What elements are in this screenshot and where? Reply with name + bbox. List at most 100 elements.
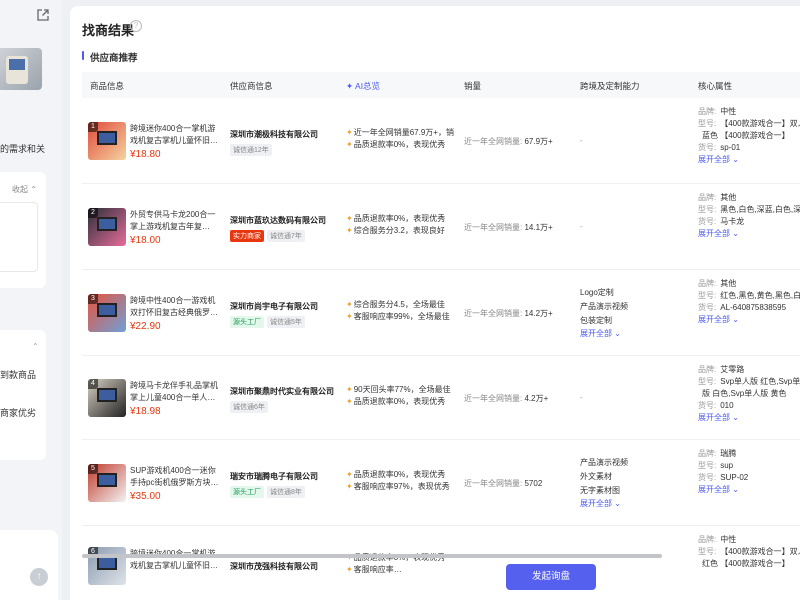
chat-card-secondary: ⌃ <box>0 330 46 460</box>
supplier-name[interactable]: 瑞安市瑞腾电子有限公司 <box>230 471 318 482</box>
table-row[interactable]: 5 SUP游戏机400合一迷你手持pc街机俄罗斯方块… ¥35.00 瑞安市瑞腾电子… <box>82 440 800 526</box>
supplier-badges: 源头工厂 诚信通8年 <box>230 486 305 498</box>
collapse-toggle[interactable]: 收起 ⌃ <box>12 184 37 195</box>
supplier-name[interactable]: 深圳市聚鼎时代实业有限公司 <box>230 386 334 397</box>
product-image[interactable]: 6 <box>88 547 126 585</box>
product-name[interactable]: 跨境马卡龙伴手礼品掌机掌上儿童400合一单人… <box>130 380 222 404</box>
expand-attributes-link[interactable]: 展开全部 ⌄ <box>698 154 800 165</box>
chat-text-fragment: 到款商品 <box>0 370 37 380</box>
table-row[interactable]: 6 跨境迷你400合一掌机游戏机复古掌机儿童怀旧…深圳市茂强科技有限公司✦品质退… <box>82 526 800 600</box>
product-image[interactable]: 1 <box>88 122 126 160</box>
ai-insight: ✦客服响应率… <box>346 565 402 574</box>
product-image[interactable]: 5 <box>88 464 126 502</box>
cross-border-empty: - <box>580 393 583 402</box>
core-attributes: 品牌: 艾零路 型号: Svp单人版 红色,Svp单人版 白色,Svp单人版 黄色 货号… <box>698 364 800 423</box>
sparkle-icon: ✦ <box>346 226 353 235</box>
page-title: 找商结果 <box>82 23 135 38</box>
expand-attributes-link[interactable]: 展开全部 ⌄ <box>698 314 800 325</box>
table-row[interactable]: 3 跨境中性400合一游戏机双打怀旧复古经典俄罗… ¥22.90 深圳市尚宇电子有限… <box>82 270 800 356</box>
attribute-line: 版 白色,Svp单人版 黄色 <box>702 389 787 398</box>
ai-insight: ✦客服响应率99%，全场最佳 <box>346 312 450 321</box>
table-row[interactable]: 4 跨境马卡龙伴手礼品掌机掌上儿童400合一单人… ¥18.98 深圳市聚鼎时代实业… <box>82 356 800 440</box>
badge-factory: 源头工厂 <box>230 486 264 498</box>
supplier-name[interactable]: 深圳市茂强科技有限公司 <box>230 561 318 572</box>
badge-strength: 实力商家 <box>230 230 264 242</box>
cross-border-empty: - <box>580 136 583 145</box>
supplier-name[interactable]: 深圳市蓝玖达数码有限公司 <box>230 215 326 226</box>
expand-capabilities-link[interactable]: 展开全部 ⌄ <box>580 328 680 339</box>
badge-years: 诚信通5年 <box>267 316 305 328</box>
ai-summary: ✦近一年全网销量67.9万+，销量冠军 ✦品质退款率0%，表现优秀 <box>346 127 454 151</box>
product-name[interactable]: 跨境中性400合一游戏机双打怀旧复古经典俄罗… <box>130 295 222 319</box>
horizontal-scrollbar[interactable] <box>82 554 662 558</box>
sparkle-icon: ✦ <box>346 482 353 491</box>
chevron-down-icon: ⌄ <box>732 155 739 164</box>
sparkle-icon: ✦ <box>346 385 353 394</box>
attribute-line: 蓝色 【400款游戏合一】 <box>702 131 790 140</box>
product-name[interactable]: 外贸专供马卡龙200合一掌上游戏机复古年复… <box>130 209 222 233</box>
product-price: ¥18.98 <box>130 406 161 417</box>
send-button[interactable]: ↑ <box>30 568 48 586</box>
product-image[interactable]: 4 <box>88 379 126 417</box>
core-attributes: 品牌: 中性 型号: 【400款游戏合一】双人 红色 【400款游戏合一】 <box>698 534 800 570</box>
arrow-up-icon: ↑ <box>36 571 42 582</box>
chat-input-area[interactable] <box>0 530 58 600</box>
column-header-product: 商品信息 <box>90 81 125 91</box>
attribute-line: 品牌: 艾零路 <box>698 365 745 374</box>
sales-volume: 近一年全网销量: 4.2万+ <box>464 394 549 403</box>
table-header: 商品信息 供应商信息 ✦ AI总览 销量 跨境及定制能力 核心属性 <box>82 72 800 98</box>
column-header-cross-border: 跨境及定制能力 <box>580 81 640 91</box>
badge-factory: 源头工厂 <box>230 316 264 328</box>
attribute-line: 型号: Svp单人版 红色,Svp单人 <box>698 377 800 386</box>
attribute-line: 品牌: 瑞腾 <box>698 449 737 458</box>
badge-years: 诚信通12年 <box>230 144 272 156</box>
chevron-down-icon: ⌄ <box>732 315 739 324</box>
expand-attributes-link[interactable]: 展开全部 ⌄ <box>698 484 800 495</box>
product-price: ¥22.90 <box>130 321 161 332</box>
uploaded-product-image[interactable] <box>0 48 42 90</box>
expand-capabilities-link[interactable]: 展开全部 ⌄ <box>580 498 680 509</box>
help-icon[interactable]: ? <box>130 20 142 32</box>
chat-text-fragment: 的需求和关 <box>0 144 46 154</box>
sparkle-icon: ✦ <box>346 397 353 406</box>
sparkle-icon: ✦ <box>346 312 353 321</box>
attribute-line: 红色 【400款游戏合一】 <box>702 559 790 568</box>
supplier-badges: 源头工厂 诚信通5年 <box>230 316 305 328</box>
chat-sidebar: 的需求和关 收起 ⌃ ⌃ 到款商品 商家优劣 ↑ <box>0 0 62 600</box>
product-image[interactable]: 2 <box>88 208 126 246</box>
cross-border-empty: - <box>580 222 583 231</box>
product-name[interactable]: 跨境迷你400合一掌机游戏机复古掌机儿童怀旧… <box>130 548 222 572</box>
product-image[interactable]: 3 <box>88 294 126 332</box>
core-attributes: 品牌:其他型号:黑色,白色,深蓝,白色,深黄货号:马卡龙展开全部 ⌄ <box>698 192 800 239</box>
table-row[interactable]: 1 跨境迷你400合一掌机游戏机复古掌机儿童怀旧… ¥18.80 深圳市潮极科技有限… <box>82 98 800 184</box>
attribute-line: 型号:红色,黑色,黄色,黑色,白色 <box>698 291 800 300</box>
capability-item: 包装定制 <box>580 316 612 325</box>
expand-attributes-link[interactable]: 展开全部 ⌄ <box>698 228 800 239</box>
open-external-icon[interactable] <box>36 8 50 22</box>
capability-item: 产品演示视频 <box>580 302 628 311</box>
badge-years: 诚信通7年 <box>267 230 305 242</box>
supplier-badges: 诚信通6年 <box>230 401 268 413</box>
attribute-line: 品牌: 其他 <box>698 279 737 288</box>
chevron-down-icon: ⌄ <box>732 229 739 238</box>
column-header-sales: 销量 <box>464 81 482 91</box>
ai-summary: ✦综合服务分4.5，全场最佳 ✦客服响应率99%，全场最佳 <box>346 299 454 323</box>
attribute-line: 型号:黑色,白色,深蓝,白色,深黄 <box>698 205 800 214</box>
ai-insight: ✦品质退款率0%，表现优秀 <box>346 397 446 406</box>
supplier-name[interactable]: 深圳市潮极科技有限公司 <box>230 129 318 140</box>
submit-inquiry-button[interactable]: 发起询盘 <box>506 564 596 590</box>
supplier-badges: 诚信通12年 <box>230 144 272 156</box>
product-name[interactable]: 跨境迷你400合一掌机游戏机复古掌机儿童怀旧… <box>130 123 222 147</box>
supplier-name[interactable]: 深圳市尚宇电子有限公司 <box>230 301 318 312</box>
product-price: ¥18.00 <box>130 235 161 246</box>
expand-attributes-link[interactable]: 展开全部 ⌄ <box>698 412 800 423</box>
product-name[interactable]: SUP游戏机400合一迷你手持pc街机俄罗斯方块… <box>130 465 222 489</box>
badge-years: 诚信通8年 <box>267 486 305 498</box>
capability-item: 产品演示视频 <box>580 458 628 467</box>
core-attributes: 品牌: 瑞腾 型号: sup 货号: SUP-02 展开全部 ⌄ <box>698 448 800 495</box>
table-row[interactable]: 2 外贸专供马卡龙200合一掌上游戏机复古年复… ¥18.00 深圳市蓝玖达数码有限… <box>82 184 800 270</box>
chevron-up-icon: ⌃ <box>30 185 37 194</box>
attribute-line: 品牌: 中性 <box>698 107 737 116</box>
chevron-up-icon[interactable]: ⌃ <box>32 342 39 351</box>
cross-border-capabilities: Logo定制 产品演示视频 包装定制 展开全部 ⌄ <box>580 286 680 339</box>
